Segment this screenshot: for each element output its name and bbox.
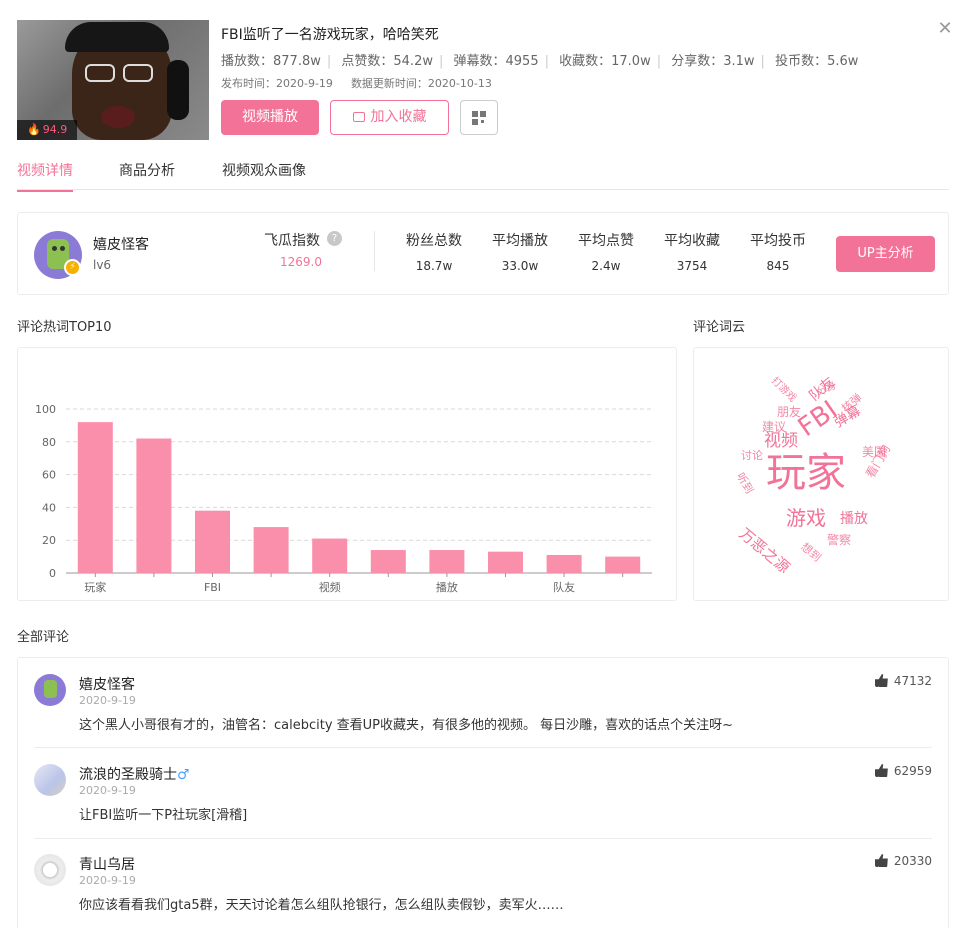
comment-author[interactable]: 青山乌居 [79,854,135,874]
bar [77,422,113,573]
x-tick-label: 播放 [436,580,458,594]
comment-list: 嬉皮怪客 2020-9-19 这个黑人小哥很有才的，油管名：calebcity … [17,657,949,928]
detail-tabs: 视频详情 商品分析 视频观众画像 [17,152,949,192]
video-stats: 播放数：877.8w | 点赞数：54.2w | 弹幕数：4955 | 收藏数：17.… [221,54,859,69]
stat-shares: 分享数：3.1w [671,54,755,69]
comment-text: 你应该看看我们gta5群，天天讨论着怎么组队抢银行，怎么组队卖假钞，卖军火…… [79,898,564,913]
male-icon: ♂ [177,767,190,783]
bar [488,551,523,573]
stat-favorites: 收藏数：17.0w [559,54,651,69]
y-tick-label: 40 [42,501,56,514]
bar [429,550,465,573]
comment-text: 让FBI监听一下P社玩家[滑稽] [79,808,248,823]
video-header: 🔥 94.9 FBI监听了一名游戏玩家，哈哈笑死 播放数：877.8w | 点赞数：… [17,20,949,140]
bar [195,510,230,573]
thumbs-up-icon [874,764,888,777]
stat-coins: 投币数：5.6w [775,54,859,69]
word-cloud-term: 游戏 [786,506,826,530]
y-tick-label: 20 [42,534,56,547]
bar [605,556,641,573]
word-cloud-term: 玩家 [766,450,846,496]
comment-likes[interactable]: 20330 [874,854,932,868]
word-cloud-term: 想到 [798,540,824,565]
comment-text: 这个黑人小哥很有才的，油管名：calebcity 查看UP收藏夹，有很多他的视频… [79,718,734,733]
x-tick-label: 视频 [319,580,341,594]
feigua-index-value: 1269.0 [280,255,322,269]
word-cloud-term: 讨论 [741,449,763,462]
metric-avg-favorites: 平均收藏 3754 [664,233,720,273]
comment-likes[interactable]: 47132 [874,674,932,688]
divider [374,231,375,271]
video-thumbnail[interactable]: 🔥 94.9 [17,20,209,140]
x-tick-label: 玩家 [84,580,106,594]
feigua-index-label: 飞瓜指数 [264,233,320,249]
uploader-card: ⚡ 嬉皮怪客 lv6 飞瓜指数 ? 1269.0 粉丝总数 18.7w 平均播放 3… [17,212,949,295]
bar [136,438,172,573]
tab-product-analysis[interactable]: 商品分析 [119,160,175,190]
qr-code-icon [472,111,486,125]
up-analysis-button[interactable]: UP主分析 [836,236,935,272]
avatar[interactable] [34,854,66,886]
tab-video-details[interactable]: 视频详情 [17,160,73,192]
thumbs-up-icon [874,674,888,687]
y-tick-label: 80 [42,436,56,449]
metric-avg-coins: 平均投币 845 [750,233,806,273]
stat-danmaku: 弹幕数：4955 [453,54,539,69]
all-comments-title: 全部评论 [17,630,70,645]
word-cloud-term: 朋友 [777,405,802,419]
metric-fans: 粉丝总数 18.7w [406,233,462,273]
verified-bolt-icon: ⚡ [64,259,81,276]
hot-words-chart-panel: 0 20 40 60 80 100 玩家 FBI 视频 播放 队友 [17,347,677,601]
favorite-icon [352,112,365,122]
video-title: FBI监听了一名游戏玩家，哈哈笑死 [221,27,439,43]
flame-icon: 🔥 [27,123,41,136]
uploader-name[interactable]: 嬉皮怪客 [93,234,149,254]
divider [34,747,932,748]
word-cloud-title: 评论词云 [693,320,746,335]
comment-date: 2020-9-19 [79,874,136,887]
word-cloud-term: 打游戏 [768,375,798,405]
comment-date: 2020-9-19 [79,784,136,797]
word-cloud-term: 警察 [827,533,852,547]
metric-avg-likes: 平均点赞 2.4w [578,233,634,273]
word-cloud-term: 听到 [733,470,756,497]
y-tick-label: 100 [35,403,56,416]
video-dates: 发布时间：2020-9-19 数据更新时间：2020-10-13 [221,75,492,91]
stat-likes: 点赞数：54.2w [341,54,433,69]
word-cloud-term: 建议 [762,420,787,434]
y-tick-label: 0 [49,567,56,580]
bar [312,538,348,573]
bar [546,554,582,573]
hot-words-title: 评论热词TOP10 [17,320,112,335]
word-cloud-term: 视频 [764,431,798,451]
qr-code-button[interactable] [460,100,498,135]
hot-words-bar-chart: 0 20 40 60 80 100 玩家 FBI 视频 播放 队友 [35,403,652,594]
stat-plays: 播放数：877.8w [221,54,321,69]
word-cloud-panel: 玩家 FBI 游戏 视频 队友 弹幕 万恶之源 播放 美国 看门狗 建议 朋友 警察 听到 想到 讨论 打游戏分… [693,347,949,601]
divider [34,838,932,839]
publish-time: 发布时间：2020-9-19 [221,77,333,90]
update-time: 数据更新时间：2020-10-13 [350,77,492,90]
bar [370,550,406,573]
heat-badge: 🔥 94.9 [17,120,77,140]
avatar[interactable] [34,764,66,796]
word-cloud-term: 播放 [840,511,868,527]
thumbs-up-icon [874,854,888,867]
x-tick-label: FBI [204,581,221,594]
metric-avg-plays: 平均播放 33.0w [492,233,548,273]
x-tick-label: 队友 [553,580,575,594]
avatar[interactable] [34,674,66,706]
bar [253,527,289,573]
add-favorite-button[interactable]: 加入收藏 [330,100,449,135]
word-cloud-term: 万恶之源 [735,524,794,577]
tab-audience-profile[interactable]: 视频观众画像 [222,160,306,190]
comment-author[interactable]: 流浪的圣殿骑士♂ [79,764,190,784]
help-icon[interactable]: ? [327,231,342,246]
comment-likes[interactable]: 62959 [874,764,932,778]
play-video-button[interactable]: 视频播放 [221,100,319,135]
comment-author[interactable]: 嬉皮怪客 [79,674,135,694]
uploader-level: lv6 [93,258,112,272]
y-tick-label: 60 [42,469,56,482]
comment-date: 2020-9-19 [79,694,136,707]
